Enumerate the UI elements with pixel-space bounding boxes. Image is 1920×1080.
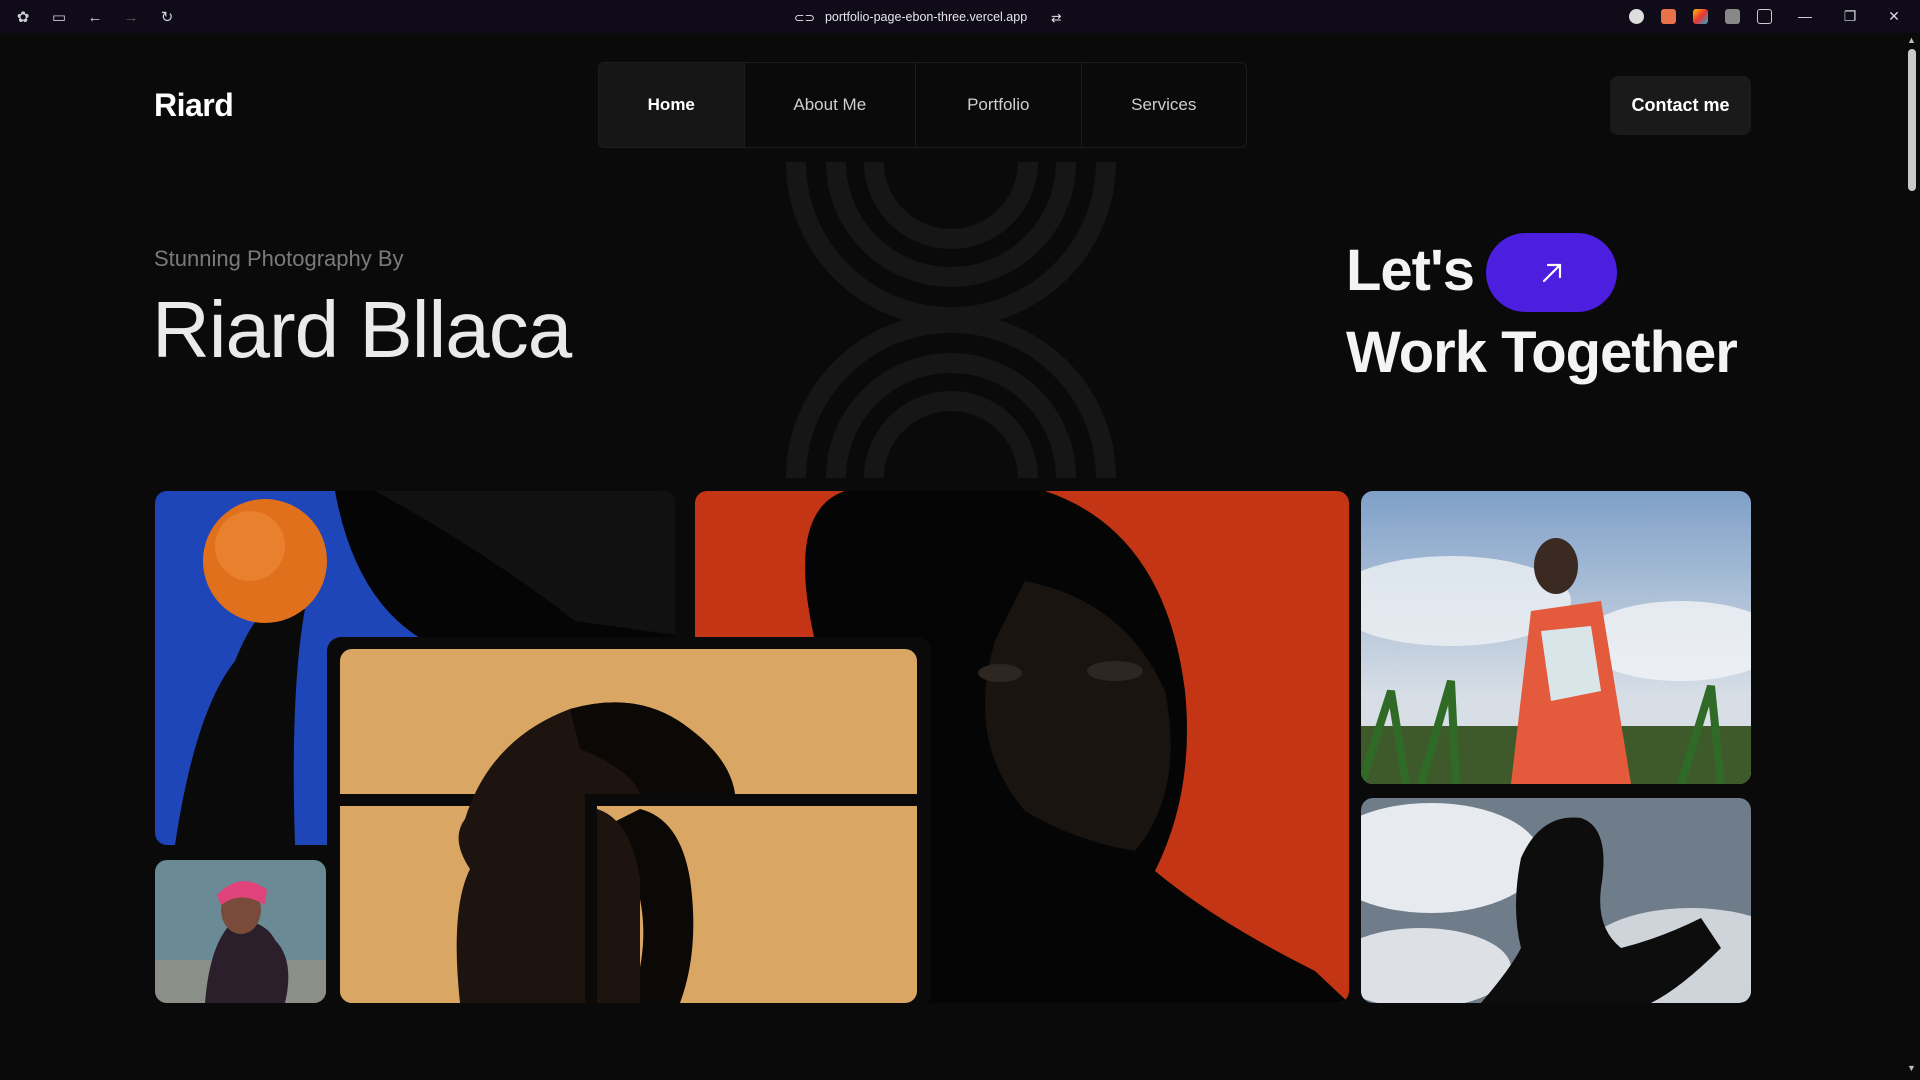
- nav-portfolio[interactable]: Portfolio: [916, 63, 1082, 147]
- browser-menu-icon[interactable]: ✿: [12, 6, 34, 28]
- main-nav: Home About Me Portfolio Services: [598, 62, 1247, 148]
- nav-home[interactable]: Home: [599, 63, 745, 147]
- hero-name: Riard Bllaca: [152, 285, 572, 374]
- site-logo[interactable]: Riard: [154, 87, 234, 124]
- cta-line-2: Work Together: [1346, 320, 1738, 385]
- scroll-up-icon[interactable]: ▲: [1907, 35, 1916, 45]
- link-icon: ⊂⊃: [794, 10, 815, 25]
- extension-icon[interactable]: [1661, 9, 1676, 24]
- url-text: portfolio-page-ebon-three.vercel.app: [824, 10, 1028, 24]
- sidebar-toggle-icon[interactable]: ▭: [48, 6, 70, 28]
- restore-icon[interactable]: ❐: [1836, 4, 1864, 28]
- extension-icon[interactable]: [1725, 9, 1740, 24]
- contact-button[interactable]: Contact me: [1610, 76, 1751, 135]
- cta-line-1: Let's: [1346, 238, 1475, 303]
- decorative-rings: [786, 162, 1116, 478]
- scrollbar-thumb[interactable]: [1908, 49, 1916, 191]
- split-view-icon[interactable]: [1757, 9, 1772, 24]
- arrow-up-right-icon: [1542, 263, 1561, 282]
- extension-icon[interactable]: [1693, 9, 1708, 24]
- close-icon[interactable]: ✕: [1880, 4, 1908, 28]
- minimize-icon[interactable]: —: [1791, 4, 1819, 28]
- forward-icon[interactable]: →: [120, 6, 142, 28]
- address-bar[interactable]: ⊂⊃ portfolio-page-ebon-three.vercel.app …: [794, 6, 1062, 28]
- nav-about-me[interactable]: About Me: [745, 63, 917, 147]
- extension-icon[interactable]: [1629, 9, 1644, 24]
- browser-toolbar: ✿ ▭ ← → ↻ ⊂⊃ portfolio-page-ebon-three.v…: [0, 0, 1920, 33]
- cta-arrow-button[interactable]: [1486, 233, 1617, 312]
- photo-woman-profile-braid[interactable]: [340, 649, 917, 1003]
- nav-services[interactable]: Services: [1082, 63, 1246, 147]
- page-scrollbar[interactable]: ▲ ▼: [1904, 33, 1920, 1075]
- scroll-down-icon[interactable]: ▼: [1907, 1063, 1916, 1073]
- photo-woman-field[interactable]: [1361, 491, 1751, 784]
- back-icon[interactable]: ←: [84, 6, 106, 28]
- reload-icon[interactable]: ↻: [156, 6, 178, 28]
- site-settings-icon[interactable]: ⇄: [1051, 10, 1061, 25]
- hero-subtitle: Stunning Photography By: [154, 246, 404, 271]
- photo-man-clouds[interactable]: [1361, 798, 1751, 1003]
- photo-woman-pink-scarf[interactable]: [155, 860, 326, 1003]
